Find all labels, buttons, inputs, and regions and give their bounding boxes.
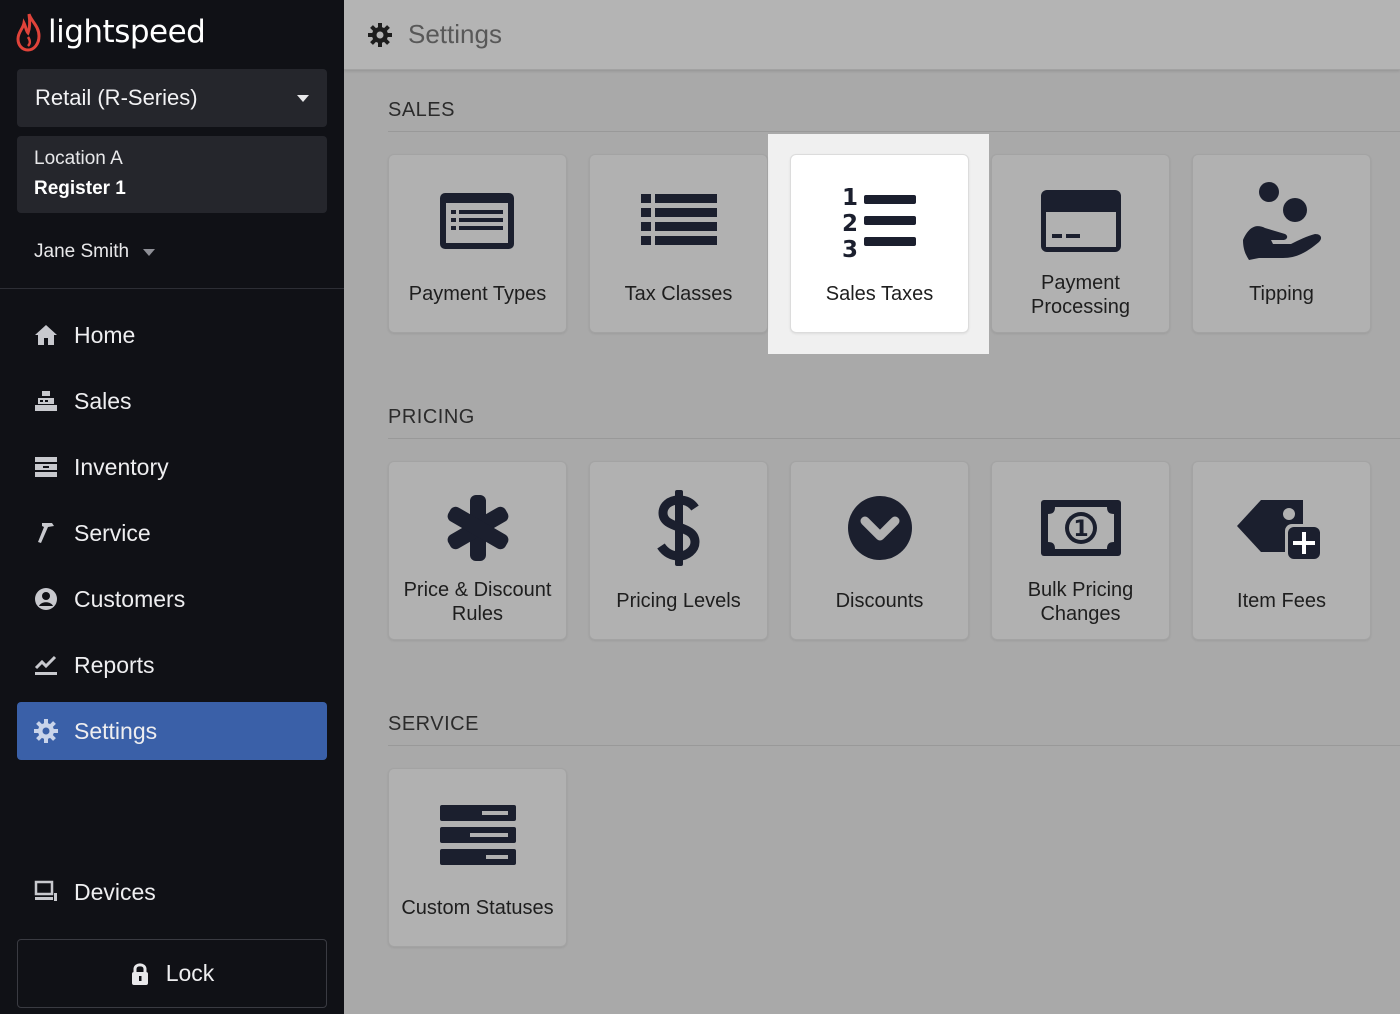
sidebar-item-label: Inventory — [74, 453, 169, 480]
tile-label: Pricing Levels — [616, 590, 741, 612]
banknote-icon: 1 — [992, 488, 1169, 568]
caret-down-icon — [143, 248, 156, 256]
flame-logo-icon — [16, 13, 41, 52]
product-selector-label: Retail (R-Series) — [35, 85, 198, 110]
tile-price-discount-rules[interactable]: Price & Discount Rules — [388, 461, 567, 640]
sidebar-item-customers[interactable]: Customers — [17, 570, 327, 628]
section-divider — [388, 438, 1400, 439]
tile-tax-classes[interactable]: Tax Classes — [589, 154, 768, 333]
section-title-service: SERVICE — [388, 713, 479, 735]
sidebar-item-label: Sales — [74, 387, 132, 414]
tile-item-fees[interactable]: Item Fees — [1192, 461, 1371, 640]
sidebar-item-inventory[interactable]: Inventory — [17, 438, 327, 496]
sidebar-item-label: Service — [74, 519, 151, 546]
svg-text:2: 2 — [842, 211, 858, 237]
sidebar-item-reports[interactable]: Reports — [17, 636, 327, 694]
chart-icon — [33, 652, 59, 678]
svg-text:1: 1 — [1073, 517, 1088, 542]
tile-payment-types[interactable]: Payment Types — [388, 154, 567, 333]
numbered-list-icon: 123 — [791, 181, 968, 261]
page-header: Settings — [344, 0, 1400, 70]
list-icon — [590, 181, 767, 261]
lock-icon — [131, 962, 148, 985]
tile-label: Custom Statuses — [401, 897, 554, 919]
tag-plus-icon — [1193, 488, 1370, 568]
sidebar: lightspeed Retail (R-Series) Location A … — [0, 0, 344, 1014]
sidebar-item-label: Settings — [74, 717, 158, 744]
tile-label: Payment Processing — [1031, 272, 1130, 318]
tile-pricing-levels[interactable]: Pricing Levels — [589, 461, 768, 640]
register-icon — [33, 388, 59, 414]
svg-text:3: 3 — [842, 237, 858, 261]
user-circle-icon — [33, 586, 59, 612]
tile-discounts[interactable]: Discounts — [790, 461, 969, 640]
tile-label: Tax Classes — [624, 283, 733, 305]
section-title-sales: SALES — [388, 99, 455, 121]
tile-label: Price & Discount Rules — [403, 579, 552, 625]
gear-icon — [33, 718, 59, 744]
sidebar-item-devices[interactable]: Devices — [17, 863, 327, 921]
tile-label: Item Fees — [1237, 590, 1326, 612]
hand-coins-icon — [1193, 181, 1370, 261]
tile-payment-processing[interactable]: Payment Processing — [991, 154, 1170, 333]
user-menu[interactable]: Jane Smith — [34, 236, 156, 268]
register-name: Register 1 — [34, 178, 126, 199]
logo-wordmark: lightspeed — [48, 14, 206, 50]
lightspeed-logo[interactable]: lightspeed — [16, 10, 206, 54]
sidebar-item-service[interactable]: Service — [17, 504, 327, 562]
tile-label: Payment Types — [408, 283, 547, 305]
gear-icon — [368, 22, 392, 47]
tile-custom-statuses[interactable]: Custom Statuses — [388, 768, 567, 947]
asterisk-icon — [389, 488, 566, 568]
tile-label: Sales Taxes — [825, 283, 934, 305]
sidebar-item-label: Reports — [74, 651, 155, 678]
lock-label: Lock — [165, 960, 215, 986]
sidebar-item-sales[interactable]: Sales — [17, 372, 327, 430]
sidebar-item-label: Home — [74, 321, 136, 348]
user-name: Jane Smith — [34, 241, 130, 262]
computer-icon — [33, 879, 59, 905]
tile-bulk-pricing-changes[interactable]: 1 Bulk Pricing Changes — [991, 461, 1170, 640]
hammer-icon — [33, 520, 59, 546]
sidebar-divider — [0, 288, 344, 289]
stacked-status-icon — [389, 795, 566, 875]
svg-text:1: 1 — [842, 185, 858, 211]
tile-label: Tipping — [1249, 283, 1314, 305]
lock-button[interactable]: Lock — [17, 939, 327, 1008]
sidebar-item-label: Devices — [74, 878, 156, 905]
location-name: Location A — [34, 148, 123, 169]
section-divider — [388, 745, 1400, 746]
tile-sales-taxes[interactable]: 123 Sales Taxes — [790, 154, 969, 333]
dollar-icon — [590, 488, 767, 568]
sidebar-item-home[interactable]: Home — [17, 306, 327, 364]
tile-label: Discounts — [835, 590, 924, 612]
credit-card-icon — [992, 181, 1169, 261]
tile-tipping[interactable]: Tipping — [1192, 154, 1371, 333]
tile-label: Bulk Pricing Changes — [1027, 579, 1134, 625]
sidebar-item-label: Customers — [74, 585, 186, 612]
home-icon — [33, 322, 59, 348]
section-divider — [388, 131, 1400, 132]
payment-types-icon — [389, 181, 566, 261]
section-title-pricing: PRICING — [388, 406, 475, 428]
caret-down-icon — [297, 94, 309, 102]
sidebar-item-settings[interactable]: Settings — [17, 702, 327, 760]
page-title: Settings — [408, 19, 502, 49]
chevron-circle-icon — [791, 488, 968, 568]
inventory-icon — [33, 454, 59, 480]
location-register-selector[interactable]: Location A Register 1 — [17, 136, 327, 213]
product-selector[interactable]: Retail (R-Series) — [17, 69, 327, 127]
